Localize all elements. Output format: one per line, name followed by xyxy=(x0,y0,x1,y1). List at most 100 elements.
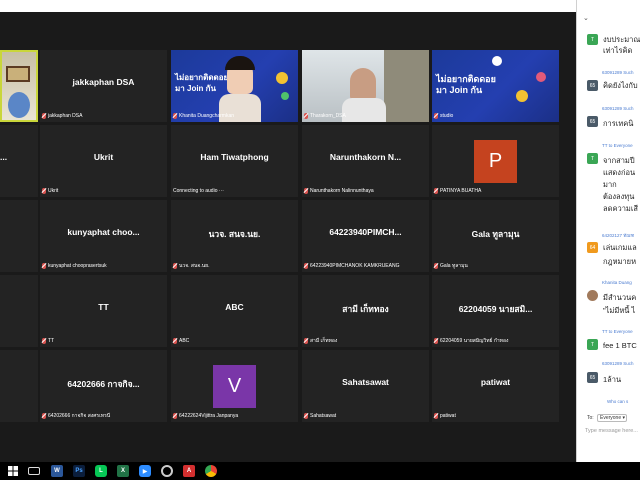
mic-muted-icon xyxy=(42,112,46,119)
participant-tile[interactable]: Narunthakorn N... Narunthakorn Nalinnunt… xyxy=(302,125,429,197)
window-top-bar xyxy=(0,0,576,12)
logo-icon xyxy=(492,56,502,66)
mic-muted-icon xyxy=(173,262,177,269)
acrobat-icon[interactable]: A xyxy=(183,465,195,477)
participant-avatar: P xyxy=(474,140,517,183)
chat-message-text: แสดงก่อน xyxy=(603,168,636,177)
participant-footer: patiwat xyxy=(434,411,456,420)
participant-name: Gala ทูลามุน xyxy=(471,229,520,239)
participant-tile[interactable]: ไม่อยากติดดอย มา Join กัน Khanita Duangc… xyxy=(171,50,298,122)
participant-footer: Connecting to audio ··· xyxy=(173,187,224,194)
participant-name: 64202666 กาจกิจ... xyxy=(67,379,140,389)
participant-name: ABC xyxy=(225,302,244,312)
chat-sender: 63091289 Such xyxy=(602,361,634,366)
mic-muted-icon xyxy=(42,187,46,194)
participant-name: TT xyxy=(98,302,109,312)
participant-name: Narunthakorn N... xyxy=(329,152,402,162)
participant-shirt xyxy=(342,98,386,122)
mic-muted-icon xyxy=(173,112,177,119)
participant-tile[interactable]: Sahatsawat Sahatsawat xyxy=(302,350,429,422)
excel-icon[interactable]: X xyxy=(117,465,129,477)
edge-icon[interactable] xyxy=(161,465,173,477)
chat-message-text: มาก xyxy=(603,180,617,189)
participant-footer: สามี เก็ททอง xyxy=(304,336,337,345)
picture-frame-icon xyxy=(6,66,30,82)
participant-tile[interactable]: 62204059 นายสมิ... 62204059 นายสมิญวิทย์… xyxy=(432,275,559,347)
participant-name: Sahatsawat xyxy=(342,377,389,387)
video-banner-text: ไม่อยากติดดอย มา Join กัน xyxy=(175,73,229,93)
mail-icon[interactable] xyxy=(28,467,40,475)
chrome-icon[interactable] xyxy=(205,465,217,477)
participant-tile[interactable]: 64223940PIMCH... 64223940PIMCHANOK KAMKR… xyxy=(302,200,429,272)
participant-tile[interactable]: TT TT xyxy=(40,275,167,347)
chat-message-text: เล่นเกมแล xyxy=(603,243,637,252)
participant-tile[interactable]: ... xyxy=(0,125,38,197)
participant-tile[interactable]: patiwat patiwat xyxy=(432,350,559,422)
participant-tile[interactable]: สามี เก็ททอง สามี เก็ททอง xyxy=(302,275,429,347)
mic-muted-icon xyxy=(434,262,438,269)
participant-tile[interactable]: kunyaphat choo... kunyaphat choopraserts… xyxy=(40,200,167,272)
chat-sender: Khanita Duang xyxy=(602,280,632,285)
mic-muted-icon xyxy=(304,262,308,269)
coin-icon xyxy=(516,90,528,102)
participant-tile[interactable]: jakkaphan DSA jakkaphan DSA xyxy=(40,50,167,122)
chat-message-text: "ไม่มีหนี้ ไ xyxy=(603,306,636,315)
chat-avatar: T xyxy=(587,339,598,350)
participant-footer: PATINYA BUATHA xyxy=(434,186,481,195)
chat-message-text: งบประมาณ xyxy=(603,35,640,44)
mic-muted-icon xyxy=(42,412,46,419)
participant-name: Ham Tiwatphong xyxy=(200,152,269,162)
participant-name: ... xyxy=(0,152,8,162)
chat-sender: 63091289 Such xyxy=(602,106,634,111)
chat-visibility-notice[interactable]: Who can s xyxy=(607,399,628,404)
participant-tile[interactable] xyxy=(0,275,38,347)
chat-message-text: มีสำนวนค xyxy=(603,293,637,302)
zoom-icon[interactable]: ▶ xyxy=(139,465,151,477)
participant-footer: Ukrit xyxy=(42,186,58,195)
word-icon[interactable]: W xyxy=(51,465,63,477)
participant-tile[interactable]: V 64222624Vijittra Janpanya xyxy=(171,350,298,422)
chat-avatar: 65 xyxy=(587,80,598,91)
participant-footer: Gala ทูลามุน xyxy=(434,261,468,270)
chat-message-text: 1ล้าน xyxy=(603,375,622,384)
mic-muted-icon xyxy=(304,337,308,344)
bookshelf xyxy=(384,50,429,122)
participant-tile[interactable] xyxy=(0,200,38,272)
line-icon[interactable]: L xyxy=(95,465,107,477)
coin-icon xyxy=(536,72,546,82)
chat-message-input[interactable]: Type message here... xyxy=(585,428,638,434)
mic-muted-icon xyxy=(434,337,438,344)
windows-start-icon[interactable] xyxy=(7,465,19,477)
participant-tile[interactable]: 64202666 กาจกิจ... 64202666 กาจกิจ สงศรเ… xyxy=(40,350,167,422)
chat-panel: ⌄ T งบประมาณ เท่าไรคิด 63091289 Such 65 … xyxy=(576,0,640,462)
participant-tile[interactable]: Tharakorn_DSA xyxy=(302,50,429,122)
participant-footer: jakkaphan DSA xyxy=(42,111,82,120)
chat-sender: 63091289 Such xyxy=(602,70,634,75)
participant-footer: 62204059 นายสมิญวิทย์ กำทอง xyxy=(434,336,508,345)
mic-muted-icon xyxy=(434,412,438,419)
participant-tile[interactable]: ABC ABC xyxy=(171,275,298,347)
participant-tile[interactable]: Ukrit Ukrit xyxy=(40,125,167,197)
participant-footer: studio xyxy=(434,111,453,120)
windows-taskbar: W Ps L X ▶ A xyxy=(0,462,640,480)
participant-tile[interactable] xyxy=(0,50,38,122)
participant-footer: Narunthakorn Nalinnunthaya xyxy=(304,186,374,195)
photoshop-icon[interactable]: Ps xyxy=(73,465,85,477)
participant-tile[interactable]: Gala ทูลามุน Gala ทูลามุน xyxy=(432,200,559,272)
participant-footer: Tharakorn_DSA xyxy=(304,111,346,120)
chat-message-text: เท่าไรคิด xyxy=(603,46,633,55)
participant-person xyxy=(350,68,376,102)
participant-tile[interactable]: P PATINYA BUATHA xyxy=(432,125,559,197)
participant-tile[interactable]: นวจ. สนจ.นย. นวจ. สนจ.นย. xyxy=(171,200,298,272)
chat-sender: 64202127 ทัณฑ xyxy=(602,233,635,238)
participant-tile[interactable]: Ham Tiwatphong Connecting to audio ··· xyxy=(171,125,298,197)
chat-avatar: 65 xyxy=(587,116,598,127)
chevron-down-icon[interactable]: ⌄ xyxy=(583,14,589,22)
chat-message-text: การเทคนิ xyxy=(603,119,634,128)
participant-tile[interactable]: ไม่อยากติดดอย มา Join กัน studio xyxy=(432,50,559,122)
chat-recipient-select[interactable]: Everyone ▾ xyxy=(597,414,627,422)
mic-muted-icon xyxy=(304,412,308,419)
participant-tile[interactable] xyxy=(0,350,38,422)
chat-message-text: คิดยังไงกับ xyxy=(603,81,638,90)
participant-name: นวจ. สนจ.นย. xyxy=(208,229,261,239)
